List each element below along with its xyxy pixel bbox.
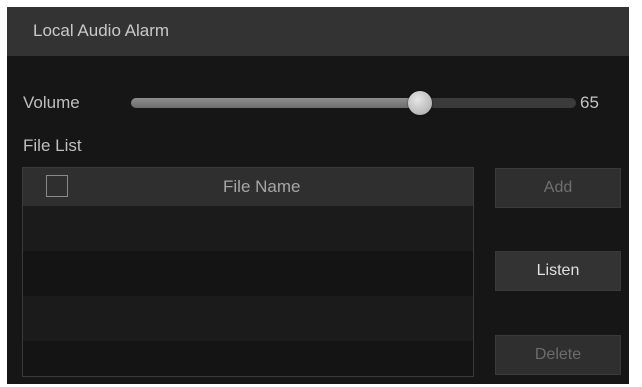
file-list-table: File Name bbox=[22, 167, 474, 377]
file-list-label: File List bbox=[23, 136, 82, 155]
column-header-file-name[interactable]: File Name bbox=[223, 177, 300, 197]
local-audio-alarm-dialog: Local Audio Alarm Volume 65 File List Fi… bbox=[7, 7, 629, 384]
delete-button[interactable]: Delete bbox=[495, 335, 621, 375]
table-row[interactable] bbox=[23, 296, 473, 341]
volume-slider-fill bbox=[131, 98, 421, 108]
table-row[interactable] bbox=[23, 206, 473, 251]
table-row[interactable] bbox=[23, 341, 473, 376]
file-list-header: File Name bbox=[23, 168, 473, 206]
dialog-titlebar: Local Audio Alarm bbox=[7, 7, 629, 56]
volume-slider-thumb[interactable] bbox=[408, 91, 433, 115]
add-button[interactable]: Add bbox=[495, 168, 621, 208]
volume-slider[interactable] bbox=[131, 91, 576, 115]
volume-label: Volume bbox=[23, 93, 80, 112]
select-all-checkbox[interactable] bbox=[46, 175, 68, 197]
volume-value: 65 bbox=[580, 93, 599, 112]
table-row[interactable] bbox=[23, 251, 473, 296]
dialog-title: Local Audio Alarm bbox=[33, 21, 170, 40]
listen-button[interactable]: Listen bbox=[495, 251, 621, 291]
